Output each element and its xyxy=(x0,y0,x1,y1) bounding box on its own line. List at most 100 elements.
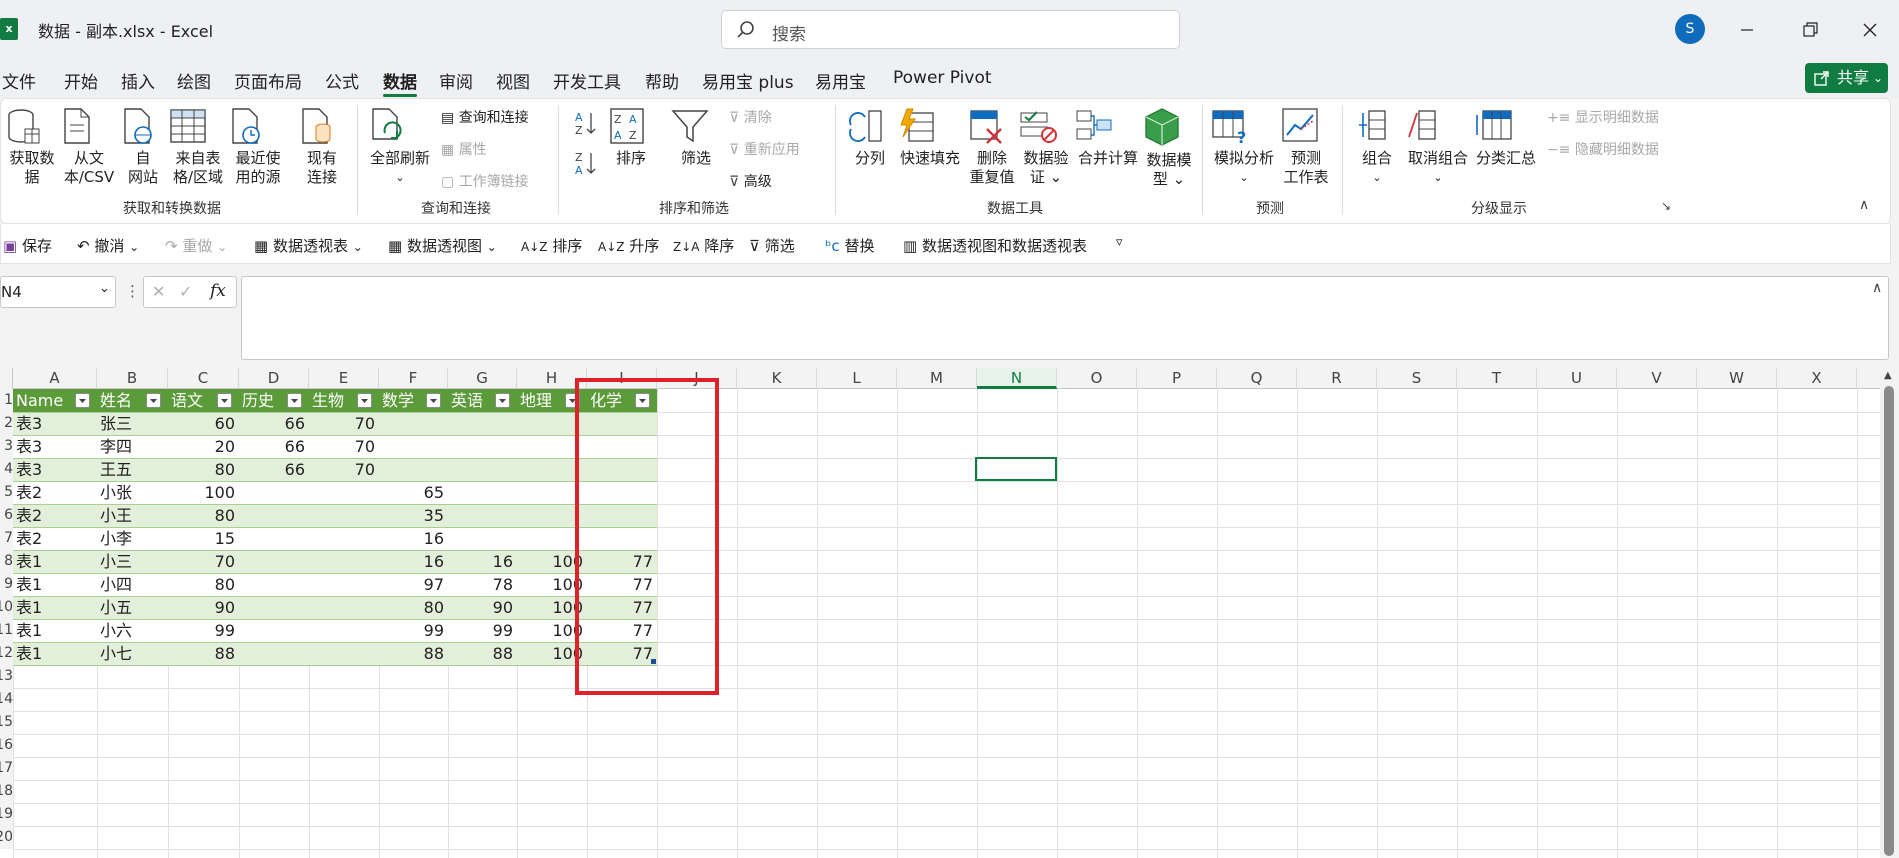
filter-dropdown-icon[interactable] xyxy=(217,393,232,408)
table-cell[interactable] xyxy=(448,527,517,550)
confirm-entry-icon[interactable]: ✓ xyxy=(179,282,192,301)
pivot-chart-button[interactable]: ▦ 数据透视图 ⌄ xyxy=(388,235,497,256)
tab-insert[interactable]: 插入 xyxy=(121,68,155,93)
table-cell[interactable] xyxy=(309,481,379,504)
clear-filter-button[interactable]: ⊽ 清除 xyxy=(729,107,772,127)
replace-button[interactable]: ᵇc 替换 xyxy=(825,235,874,256)
scrollbar-thumb[interactable] xyxy=(1884,386,1894,856)
tab-file[interactable]: 文件 xyxy=(2,68,36,93)
remove-duplicates-button[interactable]: 删除 重复值 xyxy=(967,107,1017,187)
row-header-1[interactable]: 1 xyxy=(0,389,13,412)
table-cell[interactable] xyxy=(309,573,379,596)
qat-sort-button[interactable]: A↓Z 排序 xyxy=(521,235,582,256)
row-header-18[interactable]: 18 xyxy=(0,780,13,803)
table-cell[interactable]: 张三 xyxy=(97,412,168,435)
table-cell[interactable]: 66 xyxy=(239,435,309,458)
share-button[interactable]: 共享 ⌄ xyxy=(1805,63,1888,93)
table-cell[interactable]: 88 xyxy=(448,642,517,665)
redo-button[interactable]: ↷ 重做 ⌄ xyxy=(165,235,227,256)
pivot-table-button[interactable]: ▦ 数据透视表 ⌄ xyxy=(254,235,363,256)
tab-yiyongbao-plus[interactable]: 易用宝 plus xyxy=(702,68,794,93)
table-cell[interactable]: 表2 xyxy=(13,527,97,550)
name-box[interactable]: N4 ⌄ xyxy=(0,276,116,308)
column-header-s[interactable]: S xyxy=(1377,368,1457,389)
row-header-13[interactable]: 13 xyxy=(0,665,13,688)
table-cell[interactable]: 88 xyxy=(379,642,448,665)
column-header-o[interactable]: O xyxy=(1057,368,1137,389)
forecast-sheet-button[interactable]: 预测 工作表 xyxy=(1281,107,1331,187)
table-cell[interactable]: 65 xyxy=(379,481,448,504)
table-cell[interactable] xyxy=(309,642,379,665)
row-header-7[interactable]: 7 xyxy=(0,527,13,550)
row-header-17[interactable]: 17 xyxy=(0,757,13,780)
from-table-button[interactable]: 来自表 格/区域 xyxy=(169,107,227,187)
customize-qat-icon[interactable]: ▿ xyxy=(1116,235,1123,250)
worksheet-grid[interactable]: ABCDEFGHIJKLMNOPQRSTUVWX 123456789101112… xyxy=(0,368,1880,858)
table-cell[interactable]: 小张 xyxy=(97,481,168,504)
column-header-q[interactable]: Q xyxy=(1217,368,1297,389)
table-cell[interactable] xyxy=(239,550,309,573)
row-header-3[interactable]: 3 xyxy=(0,435,13,458)
table-cell[interactable] xyxy=(379,412,448,435)
minimize-icon[interactable] xyxy=(1732,15,1762,45)
table-cell[interactable] xyxy=(448,458,517,481)
table-cell[interactable] xyxy=(448,435,517,458)
filter-dropdown-icon[interactable] xyxy=(426,393,441,408)
table-cell[interactable] xyxy=(309,504,379,527)
restore-icon[interactable] xyxy=(1795,15,1825,45)
table-cell[interactable] xyxy=(239,504,309,527)
table-cell[interactable]: 小四 xyxy=(97,573,168,596)
table-cell[interactable] xyxy=(239,642,309,665)
table-cell[interactable]: 表3 xyxy=(13,435,97,458)
table-cell[interactable]: 表3 xyxy=(13,412,97,435)
table-cell[interactable]: 70 xyxy=(309,435,379,458)
table-cell[interactable]: 70 xyxy=(309,458,379,481)
ungroup-button[interactable]: 取消组合 ⌄ xyxy=(1405,107,1471,187)
filter-dropdown-icon[interactable] xyxy=(75,393,90,408)
column-header-k[interactable]: K xyxy=(737,368,817,389)
table-cell[interactable]: 99 xyxy=(379,619,448,642)
table-cell[interactable]: 15 xyxy=(168,527,239,550)
tab-draw[interactable]: 绘图 xyxy=(177,68,211,93)
table-cell[interactable]: 表2 xyxy=(13,504,97,527)
sort-button[interactable]: ZAAZ 排序 xyxy=(609,107,653,168)
get-data-button[interactable]: 获取数 据 xyxy=(5,107,59,187)
table-cell[interactable]: 90 xyxy=(448,596,517,619)
dialog-launcher-icon[interactable]: ↘ xyxy=(1661,199,1671,213)
more-options-icon[interactable]: ⋮ xyxy=(125,282,140,300)
tab-view[interactable]: 视图 xyxy=(496,68,530,93)
select-all-corner[interactable] xyxy=(0,368,13,389)
table-cell[interactable]: 80 xyxy=(168,504,239,527)
show-detail-button[interactable]: +≡ 显示明细数据 xyxy=(1547,107,1659,127)
row-header-12[interactable]: 12 xyxy=(0,642,13,665)
tab-yiyongbao[interactable]: 易用宝 xyxy=(815,68,866,93)
row-header-6[interactable]: 6 xyxy=(0,504,13,527)
tab-data[interactable]: 数据 xyxy=(383,68,417,93)
row-header-15[interactable]: 15 xyxy=(0,711,13,734)
table-cell[interactable]: 表1 xyxy=(13,596,97,619)
insert-function-icon[interactable]: fx xyxy=(210,281,226,301)
row-header-11[interactable]: 11 xyxy=(0,619,13,642)
row-header-9[interactable]: 9 xyxy=(0,573,13,596)
column-header-c[interactable]: C xyxy=(168,368,239,389)
table-cell[interactable]: 97 xyxy=(379,573,448,596)
table-cell[interactable] xyxy=(239,527,309,550)
sort-descending-button[interactable]: Z↓A 降序 xyxy=(673,235,734,256)
group-button[interactable]: 组合 ⌄ xyxy=(1355,107,1399,187)
column-header-u[interactable]: U xyxy=(1537,368,1617,389)
existing-connections-button[interactable]: 现有 连接 xyxy=(299,107,345,187)
column-header-b[interactable]: B xyxy=(97,368,168,389)
recent-sources-button[interactable]: 最近使 用的源 xyxy=(229,107,287,187)
column-header-g[interactable]: G xyxy=(448,368,517,389)
table-cell[interactable] xyxy=(448,412,517,435)
table-cell[interactable]: 100 xyxy=(168,481,239,504)
table-cell[interactable] xyxy=(239,596,309,619)
row-header-4[interactable]: 4 xyxy=(0,458,13,481)
workbook-links-button[interactable]: ▢ 工作簿链接 xyxy=(441,171,529,191)
table-cell[interactable]: 表1 xyxy=(13,642,97,665)
hide-detail-button[interactable]: −≡ 隐藏明细数据 xyxy=(1547,139,1659,159)
table-cell[interactable] xyxy=(239,481,309,504)
table-cell[interactable]: 35 xyxy=(379,504,448,527)
column-header-m[interactable]: M xyxy=(897,368,977,389)
search-input[interactable]: 搜索 xyxy=(721,10,1180,49)
